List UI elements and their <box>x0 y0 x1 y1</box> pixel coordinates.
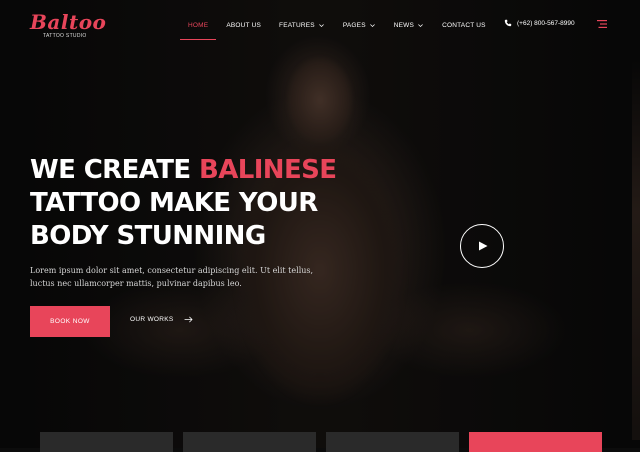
book-now-button[interactable]: BOOK NOW <box>30 306 110 337</box>
headline-accent: BALINESE <box>199 155 337 185</box>
headline-line-2: TATTOO MAKE YOUR <box>30 188 318 218</box>
logo-title: Baltoo <box>30 10 107 34</box>
nav-item-contact-us[interactable]: CONTACT US <box>442 19 486 31</box>
arrow-right-icon <box>184 316 193 323</box>
headline-line-1: WE CREATE BALINESE <box>30 154 350 187</box>
booking-field-3[interactable] <box>326 432 459 452</box>
site-header: Baltoo TATTOO STUDIO HOME ABOUT US FEATU… <box>0 0 640 48</box>
booking-field-2[interactable] <box>183 432 316 452</box>
nav-item-news[interactable]: NEWS <box>394 19 424 31</box>
phone-number: (+62) 800-567-8990 <box>517 19 575 27</box>
booking-form-bar <box>40 432 602 452</box>
nav-item-label: ABOUT US <box>226 21 262 29</box>
nav-item-label: HOME <box>188 21 209 29</box>
play-video-button[interactable] <box>460 224 504 268</box>
headline-line-3: BODY STUNNING <box>30 221 266 251</box>
hero-description: Lorem ipsum dolor sit amet, consectetur … <box>30 266 314 288</box>
nav-item-label: FEATURES <box>279 21 315 29</box>
hero-edge-highlight <box>632 60 640 440</box>
our-works-link[interactable]: OUR WORKS <box>130 316 193 323</box>
menu-icon[interactable] <box>597 20 607 28</box>
play-icon <box>479 241 488 251</box>
nav-item-label: CONTACT US <box>442 21 486 29</box>
nav-item-label: NEWS <box>393 21 415 29</box>
nav-item-label: PAGES <box>342 21 366 29</box>
hero-headline: WE CREATE BALINESE TATTOO MAKE YOUR BODY… <box>30 154 350 253</box>
nav-item-features[interactable]: FEATURES <box>279 19 325 31</box>
chevron-down-icon <box>418 23 423 27</box>
nav-item-pages[interactable]: PAGES <box>343 19 376 31</box>
booking-submit-button[interactable] <box>469 432 602 452</box>
booking-field-1[interactable] <box>40 432 173 452</box>
logo[interactable]: Baltoo TATTOO STUDIO <box>30 10 107 39</box>
chevron-down-icon <box>318 23 324 27</box>
nav-item-home[interactable]: HOME <box>179 19 217 40</box>
phone-icon <box>504 19 512 27</box>
chevron-down-icon <box>369 23 375 27</box>
nav-item-about-us[interactable]: ABOUT US <box>226 19 261 31</box>
our-works-label: OUR WORKS <box>130 316 174 323</box>
main-nav: HOME ABOUT US FEATURES PAGES NEWS CONTAC… <box>179 19 504 40</box>
header-phone[interactable]: (+62) 800-567-8990 <box>504 19 575 27</box>
headline-text: WE CREATE <box>30 155 200 185</box>
